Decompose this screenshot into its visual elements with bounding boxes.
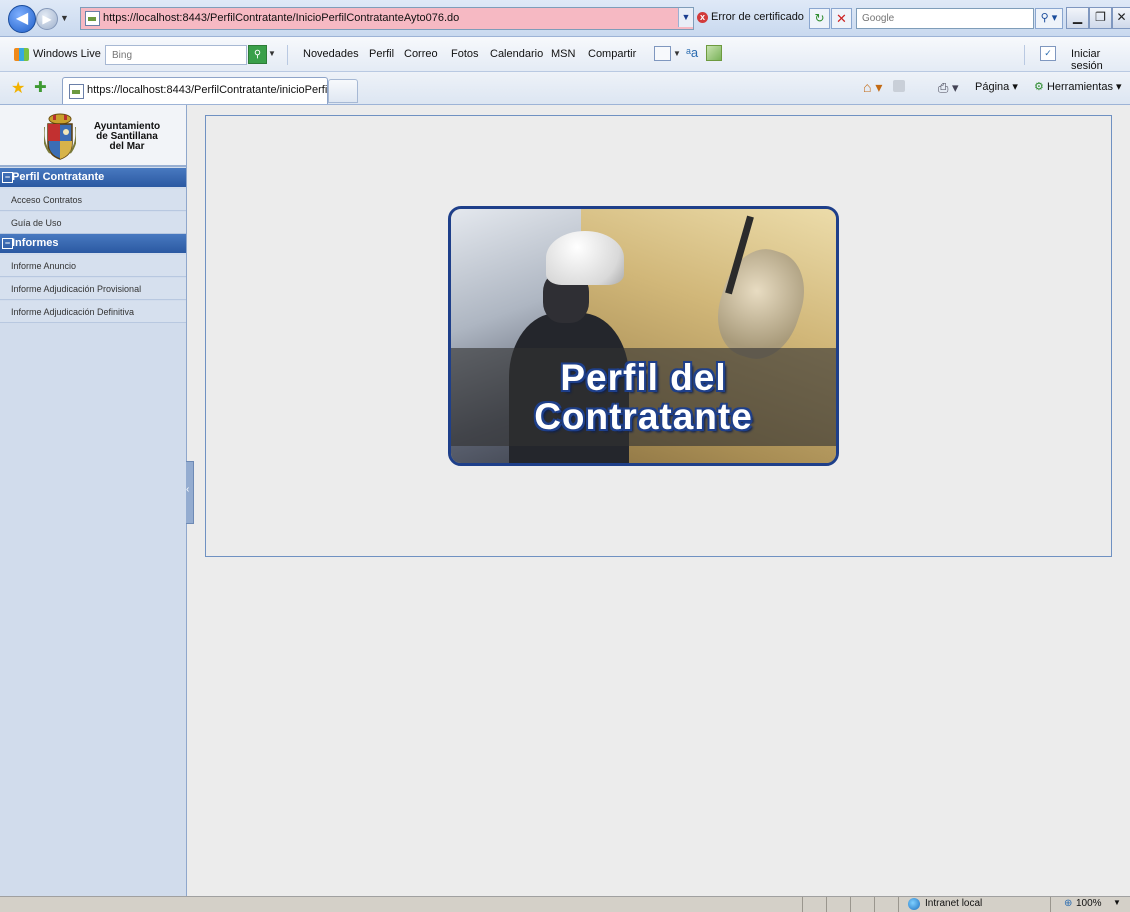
live-link-msn[interactable]: MSN (551, 48, 575, 60)
refresh-button[interactable]: ↻ (809, 8, 830, 29)
status-divider (850, 897, 851, 912)
windows-live-logo-icon (14, 48, 29, 61)
banner-title: Perfil del Contratante (534, 357, 753, 437)
status-divider (874, 897, 875, 912)
close-window-button[interactable]: ✕ (1112, 7, 1130, 29)
new-tab-button[interactable] (328, 79, 358, 103)
translate-icon[interactable]: ᵃa (686, 45, 698, 60)
tools-menu-icon: ⚙ (1034, 81, 1044, 93)
tools-icon[interactable] (706, 45, 722, 61)
search-button[interactable]: ⚲ ▾ (1035, 8, 1063, 29)
coat-of-arms-icon (44, 113, 76, 160)
back-button[interactable]: ◀ (8, 5, 36, 33)
tools-menu-label: Herramientas (1046, 81, 1113, 93)
address-bar-row: ◀ ▶ ▼ https://localhost:8443/PerfilContr… (0, 0, 1130, 37)
sidebar-item-label: Informe Anuncio (11, 261, 77, 271)
url-text[interactable]: https://localhost:8443/PerfilContratante… (103, 12, 459, 24)
sidebar: Ayuntamiento de Santillana del Mar − Per… (0, 105, 187, 896)
add-favorites-icon[interactable]: ✚ (34, 78, 47, 96)
favorites-star-icon[interactable]: ★ (11, 78, 25, 98)
page-icon (85, 11, 100, 26)
zoom-icon[interactable]: ⊕ (1064, 898, 1072, 909)
search-input[interactable] (860, 12, 1032, 25)
sidebar-item-informe-anuncio[interactable]: Informe Anuncio (0, 255, 186, 277)
status-divider (1050, 897, 1051, 912)
live-link-novedades[interactable]: Novedades (303, 48, 359, 60)
home-icon[interactable]: ⌂ ▾ (863, 79, 882, 96)
page-menu[interactable]: Página ▾ (975, 80, 1018, 93)
section-label: Informes (12, 237, 59, 249)
toolbar-divider (1024, 45, 1025, 65)
live-link-correo[interactable]: Correo (404, 48, 438, 60)
url-field[interactable]: https://localhost:8443/PerfilContratante… (80, 7, 694, 30)
sidebar-logo-area: Ayuntamiento de Santillana del Mar (0, 105, 186, 167)
page-menu-label: Página (975, 81, 1010, 93)
sidebar-item-label: Acceso Contratos (11, 195, 83, 205)
live-link-calendario[interactable]: Calendario (490, 48, 543, 60)
live-link-perfil[interactable]: Perfil (369, 48, 394, 60)
org-name: Ayuntamiento de Santillana del Mar (93, 121, 161, 152)
status-divider (898, 897, 899, 912)
section-label: Perfil Contratante (12, 171, 105, 183)
certificate-error-icon[interactable]: x (697, 12, 708, 23)
sidebar-collapse-handle[interactable] (186, 461, 194, 524)
feed-dropdown[interactable]: ▼ (673, 49, 681, 58)
bing-search-input[interactable] (110, 49, 244, 62)
live-link-fotos[interactable]: Fotos (451, 48, 479, 60)
sidebar-item-label: Informe Adjudicación Provisional (11, 284, 142, 294)
certificate-error-label[interactable]: Error de certificado (711, 11, 804, 23)
windows-live-label[interactable]: Windows Live (33, 48, 101, 60)
sidebar-section-perfil-contratante[interactable]: − Perfil Contratante (0, 168, 186, 187)
bing-options-dropdown[interactable]: ▼ (268, 49, 276, 58)
toolbar-divider (287, 45, 288, 65)
signin-link[interactable]: Iniciar sesión (1071, 48, 1130, 72)
sidebar-item-informe-adjudicacion-provisional[interactable]: Informe Adjudicación Provisional (0, 278, 186, 300)
sidebar-item-acceso-contratos[interactable]: Acceso Contratos (0, 189, 186, 211)
feed-icon[interactable] (654, 46, 671, 61)
minimize-button[interactable]: ▁ (1066, 7, 1089, 29)
hard-hat-image (546, 231, 624, 285)
tab-active[interactable]: https://localhost:8443/PerfilContratante… (62, 77, 353, 104)
sidebar-section-informes[interactable]: − Informes (0, 234, 186, 253)
page-icon (69, 84, 84, 99)
restore-button[interactable]: ❐ (1089, 7, 1112, 29)
sidebar-item-label: Informe Adjudicación Definitiva (11, 307, 135, 317)
status-divider (802, 897, 803, 912)
url-dropdown-button[interactable]: ▼ (678, 8, 693, 27)
perfil-contratante-banner: Perfil del Contratante (448, 206, 839, 466)
security-zone-label[interactable]: Intranet local (925, 898, 982, 909)
status-bar: Intranet local ⊕ 100% ▼ (0, 896, 1130, 912)
sidebar-item-label: Guía de Uso (11, 218, 62, 228)
stop-button[interactable]: ✕ (831, 8, 852, 29)
forward-button[interactable]: ▶ (36, 8, 58, 30)
zoom-dropdown[interactable]: ▼ (1113, 898, 1121, 907)
print-icon[interactable]: ⎙ ▾ (938, 80, 959, 96)
live-link-compartir[interactable]: Compartir (588, 48, 636, 60)
tab-command-bar: ★ ✚ https://localhost:8443/PerfilContrat… (0, 72, 1130, 105)
tab-title: https://localhost:8443/PerfilContratante… (87, 84, 353, 96)
bing-search-button[interactable]: ⚲ (248, 45, 267, 64)
rss-feeds-icon[interactable] (893, 80, 905, 92)
sidebar-item-informe-adjudicacion-definitiva[interactable]: Informe Adjudicación Definitiva (0, 301, 186, 323)
windows-live-toolbar: Windows Live ⚲ ▼ Novedades Perfil Correo… (0, 37, 1130, 72)
sidebar-item-guia-de-uso[interactable]: Guía de Uso (0, 212, 186, 234)
search-box[interactable] (856, 8, 1034, 29)
zoom-level[interactable]: 100% (1076, 898, 1102, 909)
bing-search-box[interactable] (105, 45, 247, 65)
intranet-zone-icon (908, 898, 920, 910)
signin-icon[interactable]: ✓ (1040, 46, 1056, 61)
nav-history-dropdown[interactable]: ▼ (60, 13, 70, 23)
status-divider (826, 897, 827, 912)
tools-menu[interactable]: ⚙ Herramientas ▾ (1034, 80, 1122, 93)
